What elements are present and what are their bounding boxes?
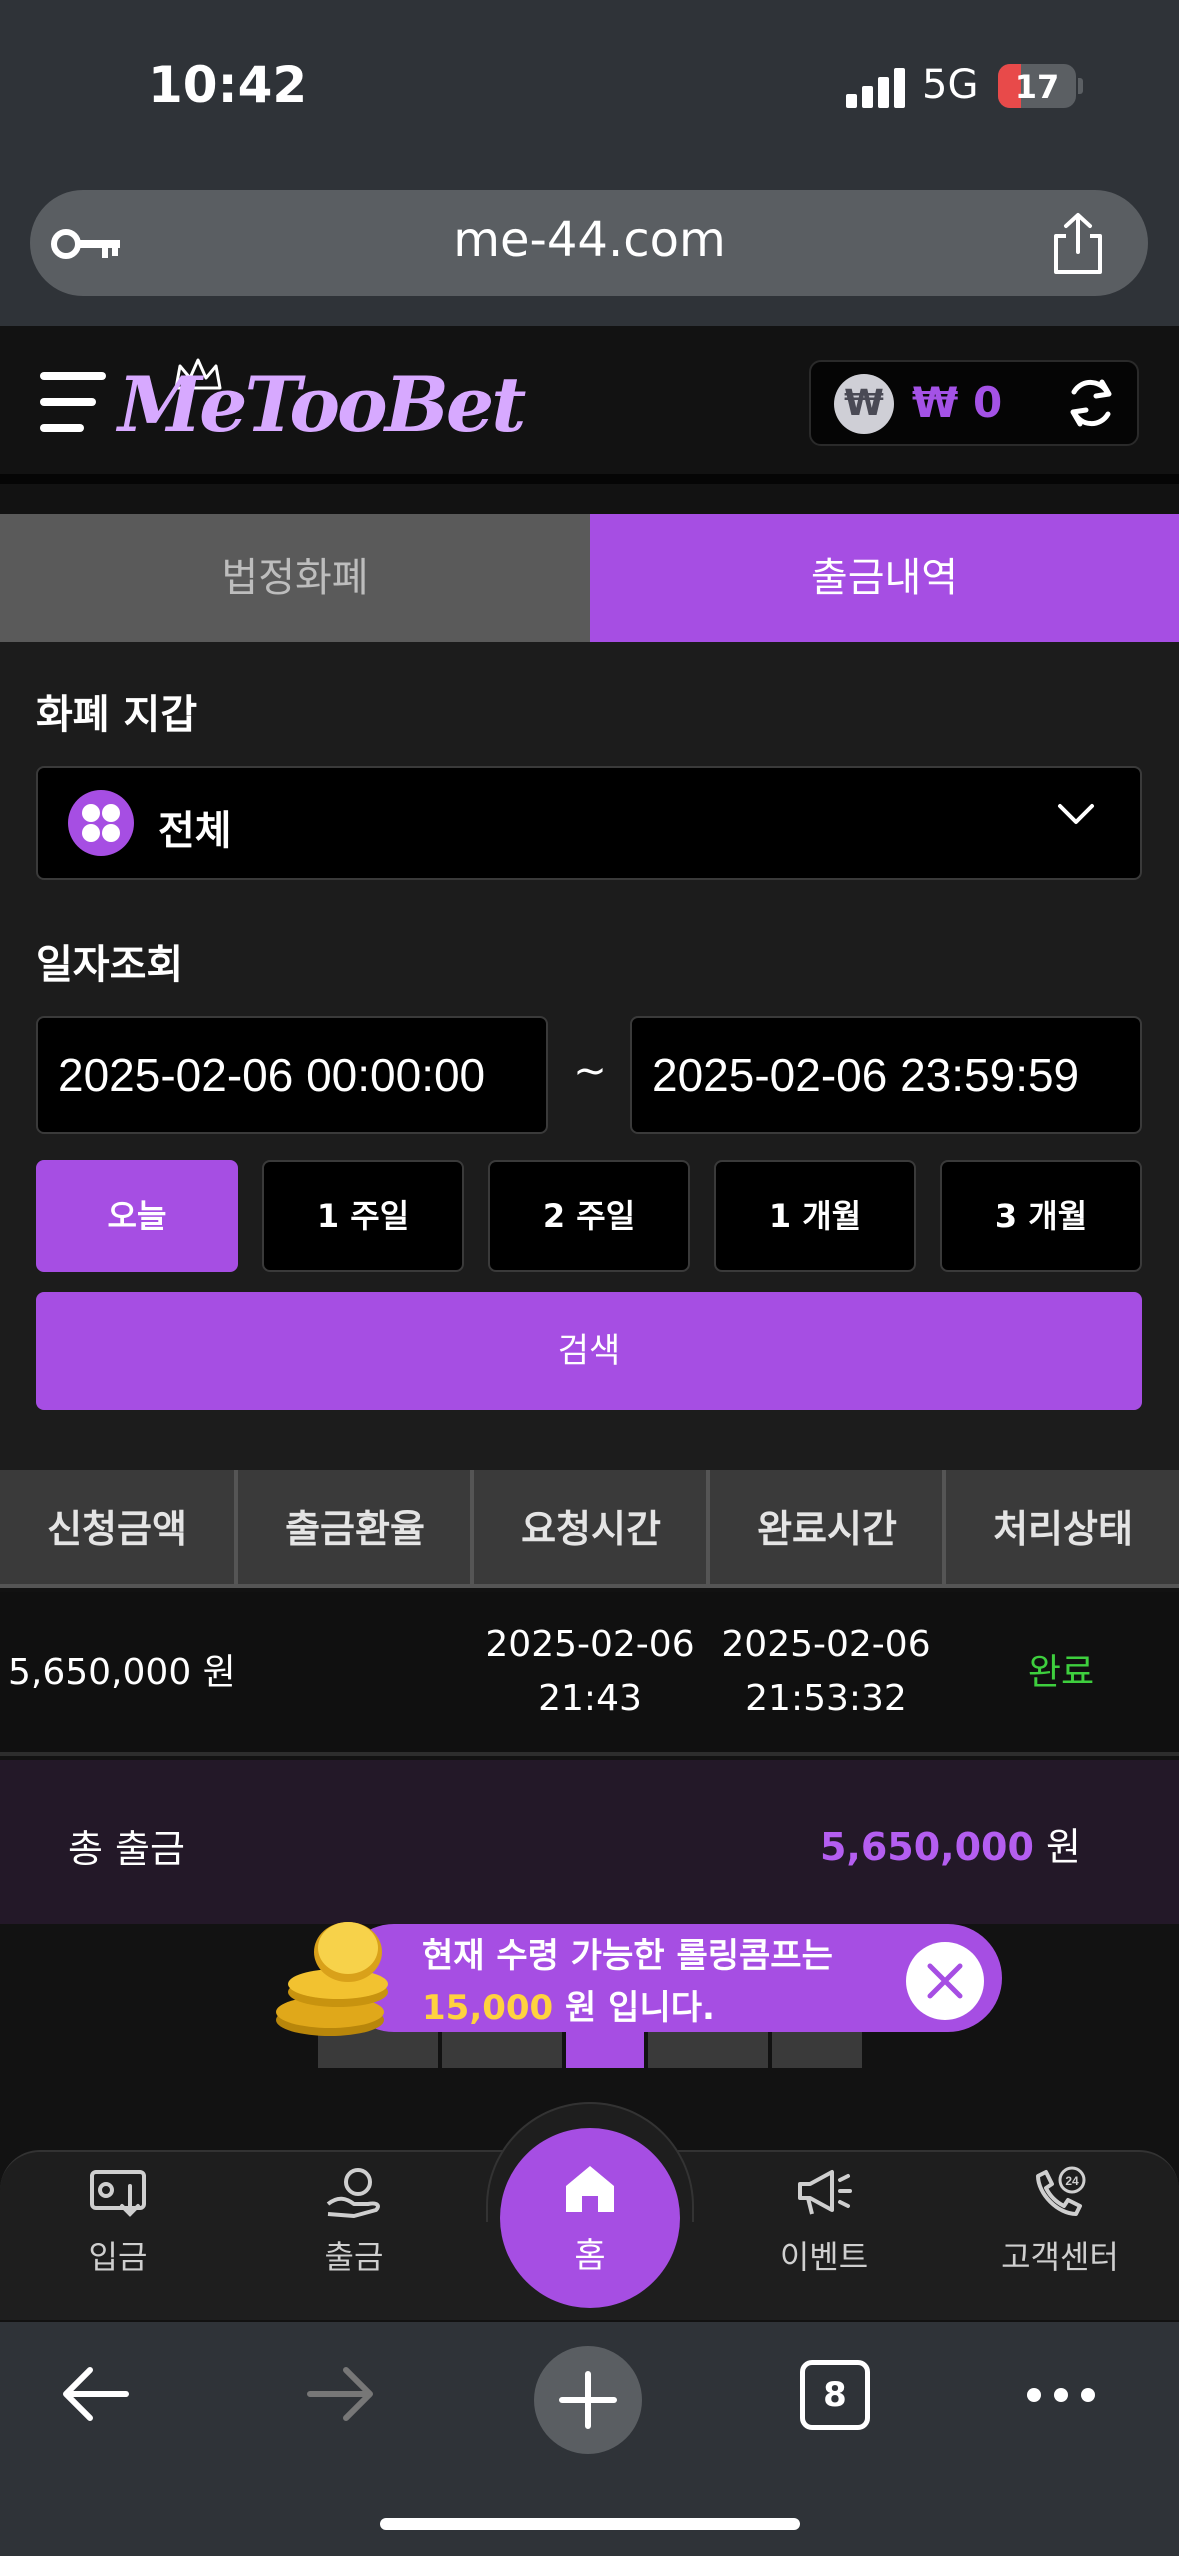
nav-event-label: 이벤트: [779, 2238, 869, 2276]
nav-support[interactable]: 24 고객센터: [970, 2166, 1150, 2278]
date-label: 일자조회: [36, 942, 184, 988]
nav-deposit[interactable]: 입금: [28, 2166, 208, 2278]
wallet-amount: ₩ 0: [912, 378, 1003, 427]
nav-deposit-label: 입금: [88, 2238, 148, 2276]
status-badge: 완료: [1027, 1652, 1095, 1693]
total-amount-unit: 원: [1046, 1825, 1081, 1869]
nav-home-button[interactable]: [500, 2128, 680, 2308]
col-complete-time: 완료시간: [757, 1507, 897, 1551]
nav-withdraw-label: 출금: [324, 2238, 384, 2276]
network-label: 5G: [922, 62, 979, 108]
col-rate: 출금환율: [285, 1507, 425, 1551]
all-grid-icon: [68, 790, 134, 856]
start-date-input[interactable]: 2025-02-06 00:00:00: [36, 1016, 548, 1134]
plus-icon: [559, 2371, 617, 2429]
megaphone-icon: [798, 2170, 852, 2215]
status-time: 10:42: [148, 56, 308, 114]
cell-complete-time: 21:53:32: [745, 1678, 907, 1719]
promo-close-button[interactable]: [906, 1942, 984, 2020]
battery-icon: 17: [998, 64, 1076, 108]
gold-coins-icon: [276, 1922, 388, 2036]
col-amount: 신청금액: [47, 1507, 187, 1551]
chevron-down-icon[interactable]: [1054, 800, 1098, 830]
range-3month-button[interactable]: 3 개월: [940, 1160, 1142, 1272]
date-separator: ~: [573, 1048, 607, 1094]
cell-complete-date: 2025-02-06: [721, 1624, 931, 1665]
more-icon[interactable]: [1024, 2378, 1098, 2412]
deposit-icon: [90, 2170, 146, 2217]
tab-fiat[interactable]: 법정화폐: [0, 514, 590, 642]
range-2week-button[interactable]: 2 주일: [488, 1160, 690, 1272]
search-button[interactable]: 검색: [36, 1292, 1142, 1410]
wallet-label: 화폐 지갑: [36, 692, 198, 738]
cell-request-date: 2025-02-06: [485, 1624, 695, 1665]
promo-amount: 15,000: [422, 1988, 554, 2028]
promo-text-line2: 15,000 원 입니다.: [422, 1980, 715, 2029]
nav-withdraw[interactable]: 출금: [264, 2166, 444, 2278]
url-text[interactable]: me-44.com: [0, 212, 1179, 268]
range-1week-button[interactable]: 1 주일: [262, 1160, 464, 1272]
tabs-button[interactable]: 8: [800, 2360, 870, 2430]
svg-text:24: 24: [1065, 2174, 1079, 2188]
total-amount: 5,650,000 원: [820, 1816, 1081, 1871]
range-today-button[interactable]: 오늘: [36, 1160, 238, 1272]
signal-icon: [846, 66, 906, 108]
battery-level: 17: [1014, 68, 1060, 106]
wallet-select-value: 전체: [158, 808, 232, 854]
home-icon: [566, 2166, 614, 2212]
won-coin-icon: ₩: [834, 374, 894, 434]
home-indicator: [380, 2518, 800, 2530]
site-logo[interactable]: MeTooBet: [118, 360, 526, 449]
cell-amount: 5,650,000 원: [8, 1652, 236, 1693]
refresh-icon[interactable]: [1062, 374, 1120, 432]
cell-request-time: 21:43: [538, 1678, 642, 1719]
withdraw-icon: [326, 2168, 380, 2218]
col-status: 처리상태: [993, 1507, 1133, 1551]
back-arrow-icon[interactable]: [58, 2362, 132, 2426]
promo-text-line1: 현재 수령 가능한 롤링콤프는: [422, 1936, 833, 1976]
nav-event[interactable]: 이벤트: [734, 2166, 914, 2278]
new-tab-button[interactable]: [534, 2346, 642, 2454]
tab-withdrawal-history[interactable]: 출금내역: [590, 514, 1179, 642]
phone-24-icon: 24: [1036, 2166, 1086, 2216]
battery-tip: [1078, 78, 1083, 94]
share-icon[interactable]: [1048, 212, 1108, 276]
range-1month-button[interactable]: 1 개월: [714, 1160, 916, 1272]
col-request-time: 요청시간: [521, 1507, 661, 1551]
total-amount-value: 5,650,000: [819, 1825, 1034, 1869]
total-label: 총 출금: [68, 1827, 185, 1871]
end-date-input[interactable]: 2025-02-06 23:59:59: [630, 1016, 1142, 1134]
nav-support-label: 고객센터: [1001, 2238, 1119, 2276]
close-icon: [927, 1963, 963, 1999]
forward-arrow-icon[interactable]: [304, 2362, 378, 2426]
promo-suffix: 원 입니다.: [565, 1988, 715, 2028]
nav-home-label: 홈: [574, 2236, 606, 2276]
